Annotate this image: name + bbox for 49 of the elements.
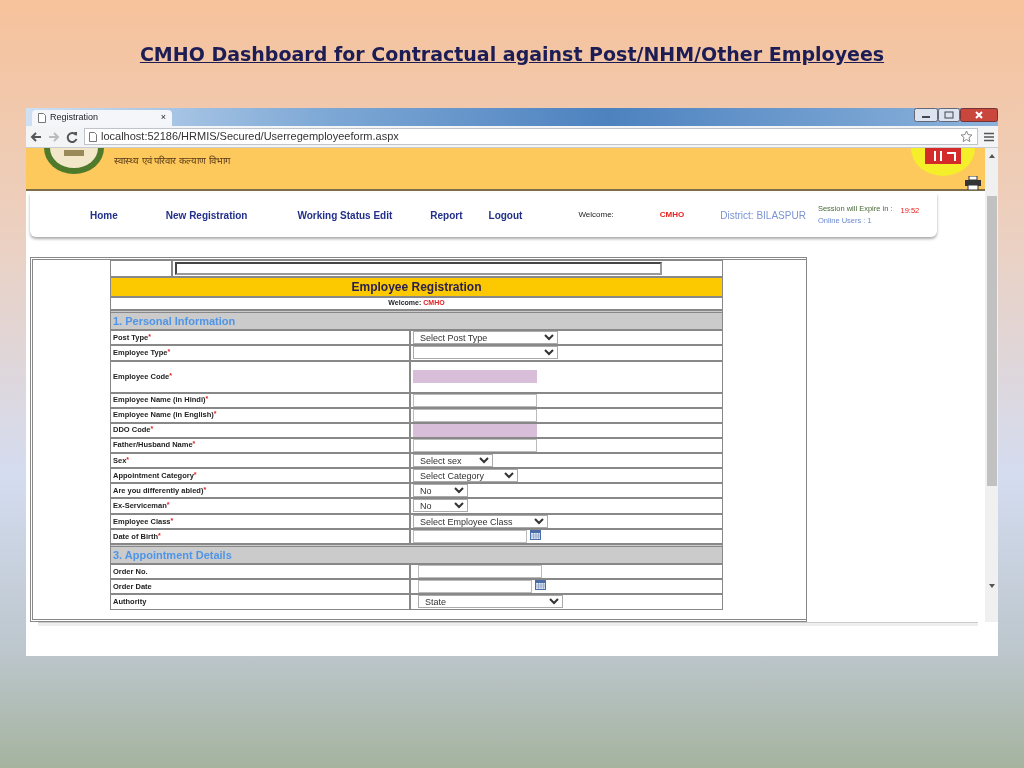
dropdown[interactable]: Select Employee Class (413, 514, 548, 528)
nav-link[interactable]: Logout (488, 207, 523, 223)
page-icon (89, 131, 97, 142)
calendar-icon[interactable] (530, 529, 541, 540)
welcome-label: Welcome: (578, 209, 614, 221)
date-field[interactable] (418, 580, 532, 594)
dropdown-field[interactable] (413, 346, 558, 360)
nav-link[interactable]: New Registration (165, 207, 248, 223)
dropdown[interactable]: No (413, 484, 468, 497)
scroll-down-icon[interactable] (988, 584, 995, 588)
calendar-icon[interactable] (535, 580, 546, 591)
nav-link[interactable]: Report (430, 207, 463, 223)
department-name: स्वास्थ्य एवं परिवार कल्याण विभाग (114, 154, 230, 168)
dropdown[interactable]: No (413, 499, 468, 513)
page-icon (38, 113, 46, 123)
printer-icon[interactable] (965, 176, 981, 190)
dropdown[interactable]: State (418, 595, 563, 609)
date-field[interactable] (413, 529, 527, 543)
scrollbar[interactable] (38, 622, 978, 626)
close-icon[interactable] (960, 108, 998, 122)
input-field[interactable] (413, 370, 537, 383)
star-icon[interactable] (960, 130, 973, 143)
dropdown[interactable]: Select Post Type (413, 331, 558, 344)
slide-title: CMHO Dashboard for Contractual against Post/NHM/Other Employees (139, 43, 885, 65)
minimize-icon[interactable] (914, 108, 938, 122)
nav-link[interactable]: Working Status Edit (297, 207, 393, 223)
scroll-up-icon[interactable] (988, 154, 995, 158)
input-field[interactable] (175, 262, 662, 275)
section-heading: 1. Personal Information (110, 309, 723, 330)
menu-icon[interactable] (984, 131, 994, 142)
dropdown[interactable]: Select Category (413, 468, 518, 482)
close-icon[interactable]: × (160, 111, 166, 125)
emblem-icon (42, 148, 106, 174)
district-label: District: BILASPUR (720, 208, 806, 223)
section-heading: 3. Appointment Details (110, 543, 723, 565)
dropdown[interactable]: Select sex (413, 453, 493, 467)
back-icon[interactable] (30, 130, 42, 143)
restore-icon[interactable] (938, 108, 960, 122)
address-bar[interactable]: localhost:52186/HRMIS/Secured/Userregemployeeform.aspx (84, 128, 978, 145)
input-field[interactable] (413, 393, 537, 407)
scrollbar[interactable] (985, 148, 998, 622)
browser-tab[interactable]: Registration × (32, 110, 172, 126)
input-field[interactable] (418, 565, 542, 579)
reload-icon[interactable] (66, 130, 78, 143)
user-name: CMHO (659, 209, 685, 221)
input-field[interactable] (413, 438, 537, 452)
form-title: Employee Registration (110, 277, 723, 297)
input-field[interactable] (413, 408, 537, 422)
nav-link[interactable]: Home (90, 207, 118, 223)
